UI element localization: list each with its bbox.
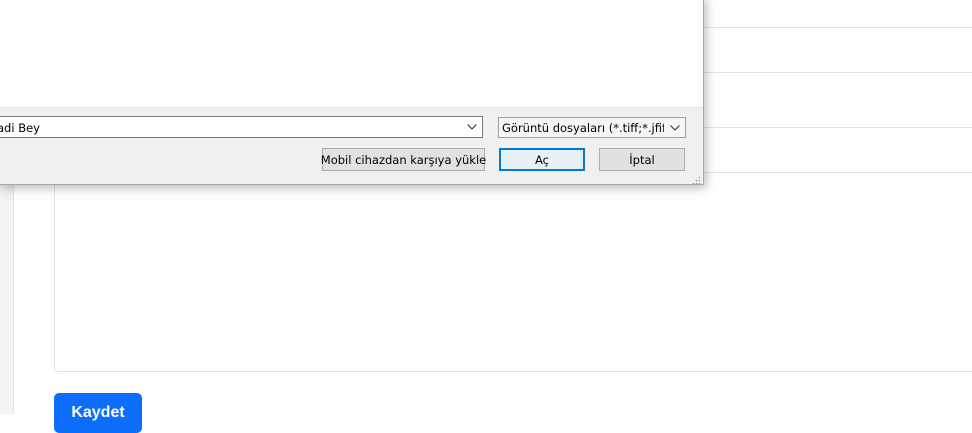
file-type-filter-value: Görüntü dosyaları (*.tiff;*.jfif;*.bmp (502, 121, 664, 135)
form-field-border (703, 27, 972, 28)
file-type-filter-combobox[interactable]: Görüntü dosyaları (*.tiff;*.jfif;*.bmp (498, 117, 686, 138)
resize-grip-icon[interactable] (691, 172, 701, 185)
cancel-button[interactable]: İptal (599, 148, 685, 171)
file-list-area[interactable] (0, 0, 703, 108)
open-button[interactable]: Aç (499, 148, 585, 171)
file-open-dialog: adi Bey Görüntü dosyaları (*.tiff;*.jfif… (0, 0, 704, 185)
upload-from-mobile-button[interactable]: Mobil cihazdan karşıya yükle (321, 148, 486, 171)
file-name-value: adi Bey (0, 121, 40, 135)
form-field-border (703, 127, 972, 128)
description-textarea[interactable] (54, 172, 972, 372)
chevron-down-icon[interactable] (668, 121, 682, 135)
save-button[interactable]: Kaydet (54, 393, 142, 433)
file-name-combobox[interactable]: adi Bey (0, 116, 483, 138)
form-field-border (703, 72, 972, 73)
chevron-down-icon[interactable] (465, 120, 479, 134)
